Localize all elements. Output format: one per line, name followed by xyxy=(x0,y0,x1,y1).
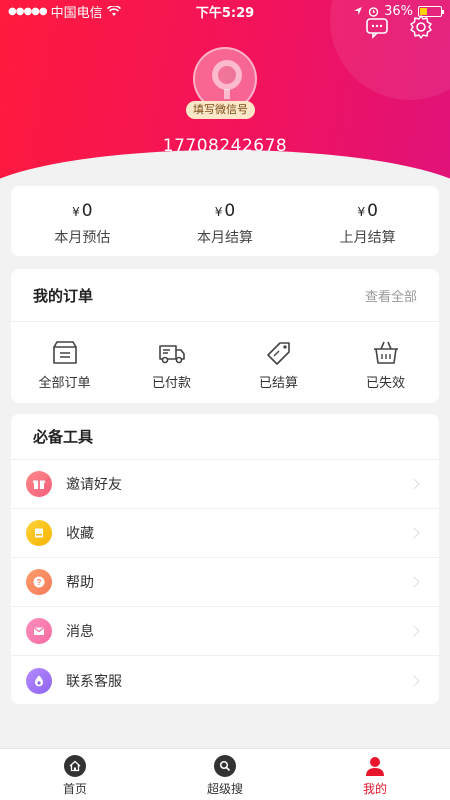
order-settled[interactable]: 已结算 xyxy=(225,338,332,391)
service-icon xyxy=(26,667,52,694)
tab-label: 超级搜 xyxy=(206,782,243,796)
bottom-tab-bar: 首页 超级搜 我的 xyxy=(0,748,450,800)
stat-label: 上月结算 xyxy=(339,230,396,246)
box-icon xyxy=(52,341,77,364)
message-icon[interactable] xyxy=(364,14,390,40)
stat-this-month-estimate[interactable]: ¥0 本月预估 xyxy=(11,186,154,256)
clock: 下午5:29 xyxy=(195,5,255,21)
order-label: 已付款 xyxy=(151,376,191,391)
chevron-right-icon xyxy=(408,478,420,490)
user-icon xyxy=(364,755,386,777)
tool-label: 收藏 xyxy=(66,526,94,542)
tool-label: 帮助 xyxy=(66,575,94,591)
carrier-label: 中国电信 xyxy=(50,5,103,21)
svg-text:?: ? xyxy=(37,578,42,587)
truck-icon xyxy=(158,345,185,364)
tool-invite-friends[interactable]: 邀请好友 xyxy=(11,460,439,509)
search-icon xyxy=(214,755,236,777)
currency-symbol: ¥ xyxy=(214,205,223,219)
stat-last-month-settled[interactable]: ¥0 上月结算 xyxy=(296,186,439,256)
orders-title: 我的订单 xyxy=(33,286,94,305)
tab-super-search[interactable]: 超级搜 xyxy=(150,749,300,800)
home-icon xyxy=(64,755,86,777)
tag-icon xyxy=(266,342,290,365)
fill-wechat-button[interactable]: 填写微信号 xyxy=(186,101,255,119)
wifi-icon xyxy=(106,5,121,16)
currency-symbol: ¥ xyxy=(357,205,366,219)
stat-amount: 0 xyxy=(367,201,378,221)
avatar-placeholder-icon xyxy=(212,60,242,99)
order-paid[interactable]: 已付款 xyxy=(118,338,225,391)
phone-number: 17708242678 xyxy=(162,136,288,156)
stat-amount: 0 xyxy=(224,201,236,221)
chevron-right-icon xyxy=(408,625,420,637)
tool-customer-service[interactable]: 联系客服 xyxy=(11,656,439,705)
tools-card: 必备工具 邀请好友 收藏 ? 帮助 消息 联系客服 xyxy=(11,414,439,704)
stat-label: 本月预估 xyxy=(54,230,111,246)
chevron-right-icon xyxy=(408,674,420,687)
order-label: 已结算 xyxy=(258,376,298,391)
order-label: 已失效 xyxy=(365,376,405,391)
tool-label: 联系客服 xyxy=(66,673,122,690)
basket-icon xyxy=(373,341,398,364)
tools-title: 必备工具 xyxy=(11,414,439,460)
signal-icon: ●●●●● xyxy=(8,5,48,17)
help-icon: ? xyxy=(26,569,52,595)
order-invalid[interactable]: 已失效 xyxy=(332,338,439,391)
tool-help[interactable]: ? 帮助 xyxy=(11,558,439,607)
order-all[interactable]: 全部订单 xyxy=(11,338,118,391)
tool-favorites[interactable]: 收藏 xyxy=(11,509,439,558)
tab-mine[interactable]: 我的 xyxy=(300,749,450,800)
mail-icon xyxy=(26,618,52,644)
stat-amount: 0 xyxy=(81,201,93,221)
chevron-right-icon xyxy=(408,576,420,588)
currency-symbol: ¥ xyxy=(72,205,80,219)
earnings-card: ¥0 本月预估 ¥0 本月结算 ¥0 上月结算 xyxy=(11,186,439,256)
tool-label: 邀请好友 xyxy=(66,477,122,493)
orders-card: 我的订单 查看全部 全部订单 已付款 已结算 已失效 xyxy=(11,269,439,403)
chevron-right-icon xyxy=(408,527,420,539)
settings-icon[interactable] xyxy=(408,14,434,40)
tab-home[interactable]: 首页 xyxy=(0,749,150,800)
bookmark-icon xyxy=(26,520,52,546)
location-icon xyxy=(354,7,363,15)
view-all-orders-link[interactable]: 查看全部 xyxy=(365,286,417,305)
tool-label: 消息 xyxy=(66,624,94,640)
tab-label: 首页 xyxy=(62,782,87,796)
stat-this-month-settled[interactable]: ¥0 本月结算 xyxy=(154,186,297,256)
tool-messages[interactable]: 消息 xyxy=(11,607,439,656)
gift-icon xyxy=(26,471,52,497)
tab-label: 我的 xyxy=(362,782,387,796)
stat-label: 本月结算 xyxy=(197,230,253,246)
order-label: 全部订单 xyxy=(38,376,91,391)
